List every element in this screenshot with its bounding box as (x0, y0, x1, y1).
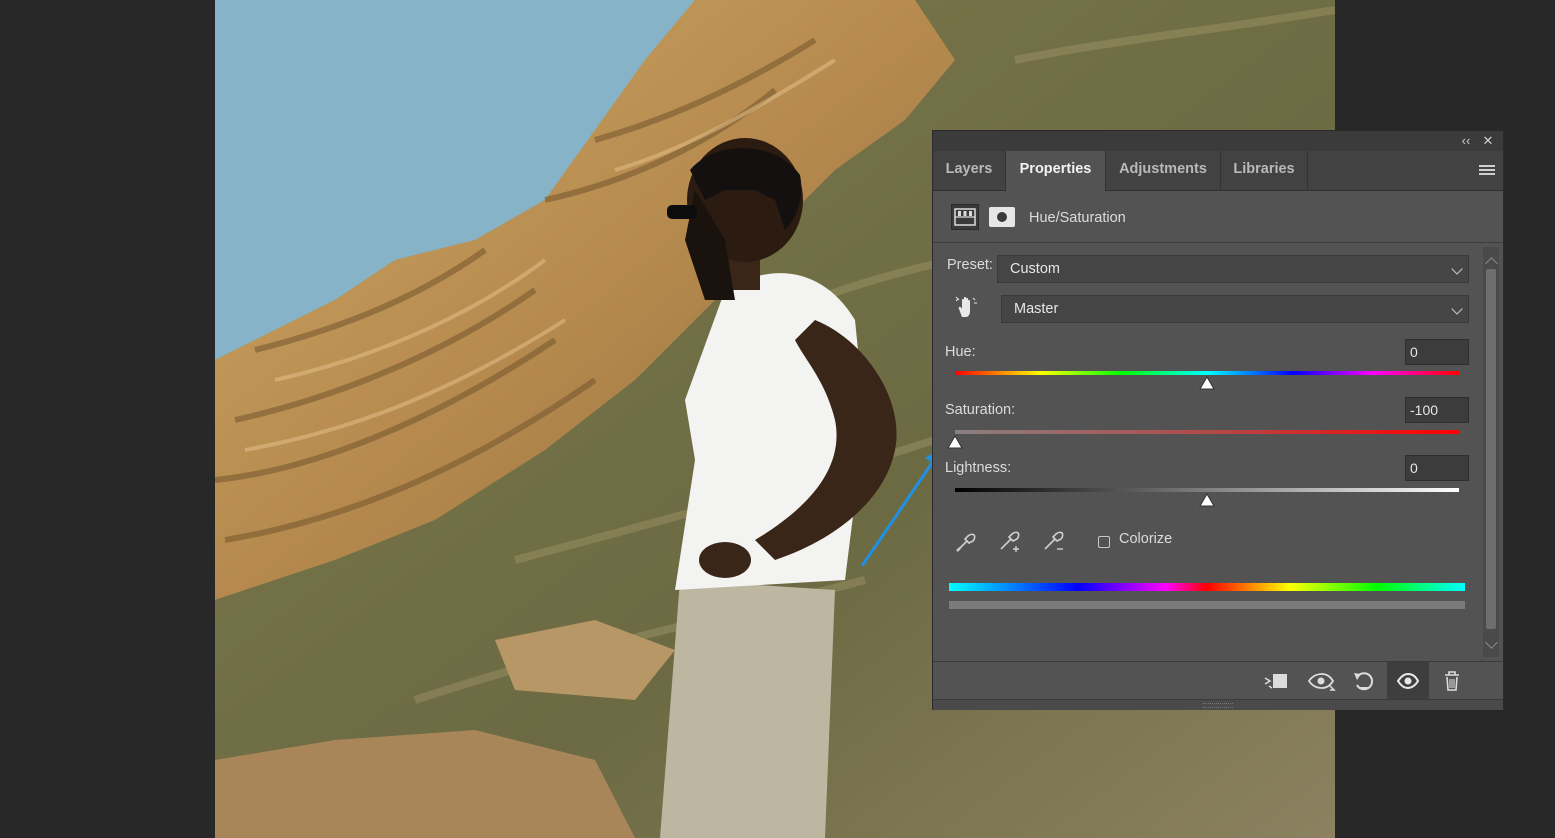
panel-titlebar[interactable]: ‹‹ ✕ (933, 131, 1503, 151)
channel-dropdown[interactable]: Master (1001, 295, 1469, 323)
panel-footer (933, 661, 1503, 700)
close-icon[interactable]: ✕ (1479, 132, 1497, 150)
adjustment-controls: Preset: Custom Master Hue: 0 Saturation:… (933, 243, 1503, 661)
saturation-slider-track[interactable] (955, 430, 1459, 434)
tab-properties[interactable]: Properties (1006, 151, 1105, 192)
hue-input[interactable]: 0 (1405, 339, 1469, 365)
saturation-slider-thumb[interactable] (947, 435, 963, 449)
hue-label: Hue: (945, 344, 976, 360)
lightness-input[interactable]: 0 (1405, 455, 1469, 481)
trash-icon[interactable] (1437, 668, 1467, 694)
reset-icon[interactable] (1349, 668, 1379, 694)
eyedropper-icon[interactable] (953, 529, 979, 555)
hue-saturation-adjustment-icon[interactable] (951, 204, 979, 230)
view-previous-state-icon[interactable] (1306, 668, 1336, 694)
scroll-down-icon[interactable] (1485, 636, 1498, 649)
output-color-bar (949, 601, 1465, 609)
layer-mask-icon[interactable] (989, 207, 1015, 227)
tab-libraries[interactable]: Libraries (1221, 151, 1307, 191)
tab-layers[interactable]: Layers (933, 151, 1005, 191)
hue-slider-track[interactable] (955, 371, 1459, 375)
lightness-slider-track[interactable] (955, 488, 1459, 492)
double-chevron-left-icon[interactable]: ‹‹ (1457, 132, 1475, 150)
eyedropper-subtract-icon[interactable] (1041, 529, 1067, 555)
hamburger-menu-icon[interactable] (1479, 165, 1495, 177)
clip-to-layer-icon[interactable] (1261, 668, 1291, 694)
panel-tabs: Layers Properties Adjustments Libraries (933, 151, 1503, 192)
toggle-visibility-icon[interactable] (1387, 662, 1429, 700)
lightness-slider-thumb[interactable] (1199, 493, 1215, 507)
saturation-label: Saturation: (945, 402, 1016, 418)
colorize-label: Colorize (1119, 531, 1173, 547)
adjustment-title: Hue/Saturation (1029, 210, 1126, 226)
chevron-down-icon (1451, 303, 1463, 315)
saturation-input[interactable]: -100 (1405, 397, 1469, 423)
adjustment-header: Hue/Saturation (933, 191, 1503, 243)
input-color-bar (949, 583, 1465, 591)
scroll-up-icon[interactable] (1485, 257, 1498, 270)
targeted-adjustment-hand-icon[interactable] (953, 295, 979, 321)
lightness-label: Lightness: (945, 460, 1012, 476)
preset-dropdown[interactable]: Custom (997, 255, 1469, 283)
preset-label: Preset: (947, 257, 993, 273)
panel-resize-grip[interactable] (933, 699, 1503, 710)
eyedropper-add-icon[interactable] (997, 529, 1023, 555)
tab-adjustments[interactable]: Adjustments (1106, 151, 1220, 191)
panel-scrollbar[interactable] (1483, 247, 1499, 657)
colorize-checkbox[interactable] (1098, 536, 1110, 548)
scrollbar-thumb[interactable] (1486, 269, 1496, 629)
hue-slider-thumb[interactable] (1199, 376, 1215, 390)
chevron-down-icon (1451, 263, 1463, 275)
properties-panel: ‹‹ ✕ Layers Properties Adjustments Libra… (932, 130, 1504, 710)
preset-value: Custom (1010, 261, 1060, 277)
channel-value: Master (1014, 301, 1059, 317)
